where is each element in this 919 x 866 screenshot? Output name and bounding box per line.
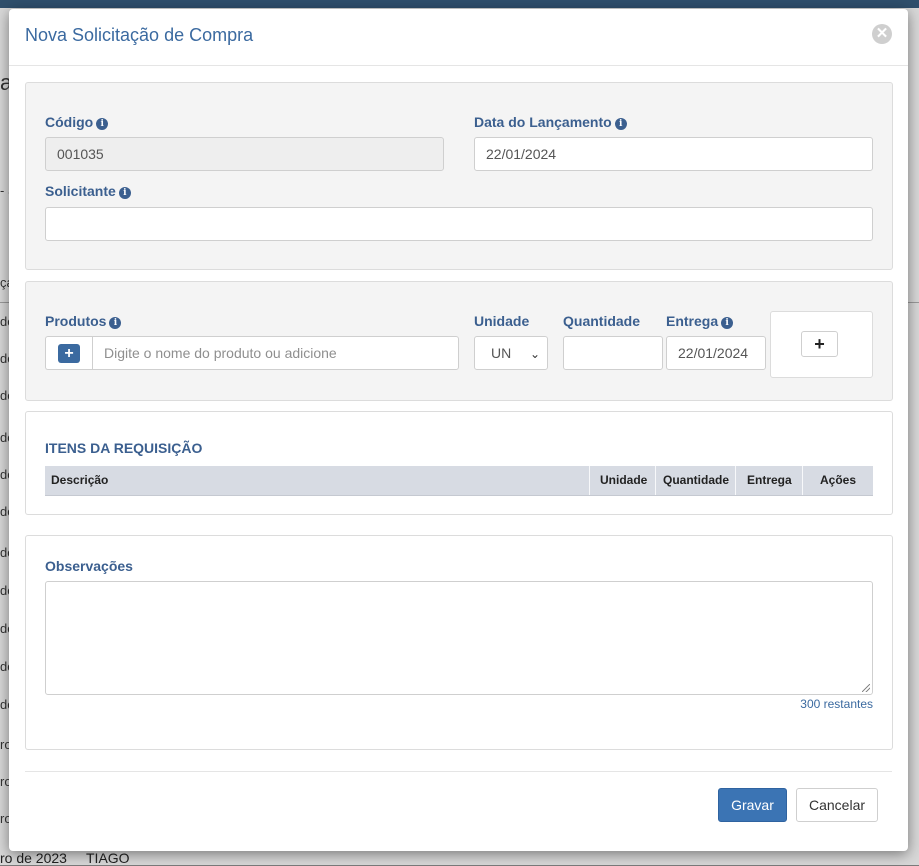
info-circle-icon: i bbox=[109, 317, 122, 329]
entrega-label: Entrega i bbox=[666, 313, 734, 329]
data-lancamento-label-text: Data do Lançamento bbox=[474, 114, 612, 130]
column-descricao: Descrição bbox=[51, 473, 109, 487]
request-info-panel: Códigoi Data do Lançamentoi Solicitantei bbox=[25, 82, 893, 270]
items-title: ITENS DA REQUISIÇÃO bbox=[45, 440, 203, 456]
info-circle-icon: i bbox=[118, 187, 131, 199]
column-unidade: Unidade bbox=[600, 473, 648, 487]
unidade-label: Unidade bbox=[474, 313, 530, 329]
add-product-button[interactable]: + bbox=[58, 344, 80, 363]
background-name: TIAGO bbox=[86, 850, 130, 866]
solicitante-label-text: Solicitante bbox=[45, 183, 116, 199]
observacoes-textarea[interactable] bbox=[45, 581, 873, 695]
column-divider bbox=[655, 466, 656, 495]
resize-handle-icon[interactable] bbox=[862, 684, 870, 692]
items-table-header: Descrição Unidade Quantidade Entrega Açõ… bbox=[45, 466, 873, 496]
footer-divider bbox=[25, 771, 892, 772]
close-circle-icon[interactable]: ✕ bbox=[872, 24, 892, 44]
solicitante-label: Solicitante i bbox=[45, 183, 131, 199]
data-lancamento-label: Data do Lançamento i bbox=[474, 114, 627, 130]
codigo-label-text: Código bbox=[45, 114, 94, 130]
unidade-select[interactable]: UN ⌄ bbox=[474, 336, 548, 370]
data-lancamento-field[interactable] bbox=[474, 137, 873, 171]
add-item-card: + bbox=[770, 311, 873, 378]
header-divider bbox=[9, 65, 908, 66]
observacoes-label: Observações bbox=[45, 558, 133, 574]
unidade-value: UN bbox=[491, 345, 512, 361]
quantidade-input[interactable] bbox=[563, 336, 663, 370]
column-divider bbox=[589, 466, 590, 495]
char-counter: 300 restantes bbox=[800, 697, 873, 711]
produtos-label: Produtos i bbox=[45, 313, 122, 329]
purchase-request-modal: Nova Solicitação de Compra ✕ Códigoi Dat… bbox=[9, 9, 908, 851]
product-entry-panel: Produtosi + Unidade UN ⌄ Quantidade Entr… bbox=[25, 281, 893, 401]
column-entrega: Entrega bbox=[747, 473, 792, 487]
observacoes-panel: Observações 300 restantes bbox=[25, 535, 893, 750]
column-acoes: Ações bbox=[820, 473, 857, 487]
solicitante-field[interactable] bbox=[45, 207, 873, 241]
info-circle-icon: i bbox=[721, 317, 734, 329]
entrega-date-input[interactable] bbox=[666, 336, 766, 370]
add-product-addon: + bbox=[45, 336, 93, 370]
background-date: ro de 2023 bbox=[0, 850, 67, 866]
quantidade-label: Quantidade bbox=[563, 313, 641, 329]
column-quantidade: Quantidade bbox=[663, 473, 730, 487]
cancel-button[interactable]: Cancelar bbox=[796, 788, 878, 822]
items-panel: ITENS DA REQUISIÇÃO Descrição Unidade Qu… bbox=[25, 411, 893, 515]
background-topbar bbox=[0, 0, 919, 8]
add-item-button[interactable]: + bbox=[801, 331, 838, 357]
column-divider bbox=[802, 466, 803, 495]
info-circle-icon: i bbox=[96, 118, 109, 130]
product-search-input[interactable] bbox=[92, 336, 459, 370]
chevron-down-icon: ⌄ bbox=[529, 347, 540, 361]
codigo-label: Código i bbox=[45, 114, 109, 130]
codigo-field[interactable] bbox=[45, 137, 444, 171]
column-divider bbox=[735, 466, 736, 495]
save-button[interactable]: Gravar bbox=[718, 788, 787, 822]
entrega-label-text: Entrega bbox=[666, 313, 719, 329]
info-circle-icon: i bbox=[614, 118, 627, 130]
modal-title: Nova Solicitação de Compra bbox=[25, 25, 254, 45]
produtos-label-text: Produtos bbox=[45, 313, 107, 329]
